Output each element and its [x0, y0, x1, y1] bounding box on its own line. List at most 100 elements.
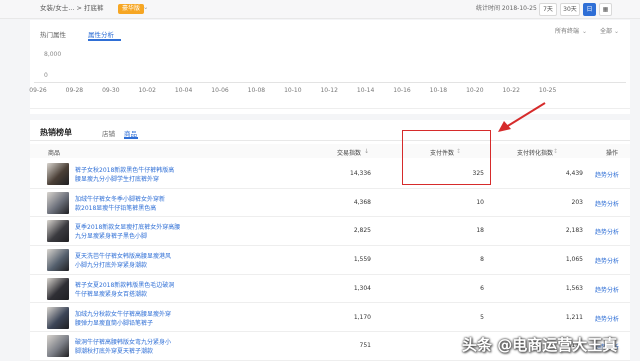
trade-index-value: 4,368	[353, 198, 371, 206]
x-axis-tick-label: 10-12	[320, 87, 338, 94]
table-row[interactable]: 夏天洗芭牛仔裤女韩版高腰显瘦港风 小脚九分打底外穿紧身潮款 1,559 8 1,065 趋…	[30, 246, 630, 275]
pay-count-value: 5	[480, 313, 484, 321]
y-axis-zero-label: 0	[44, 72, 48, 79]
x-axis-tick-label: 10-08	[247, 87, 266, 94]
x-axis-tick-label: 10-20	[466, 87, 484, 94]
breadcrumb[interactable]: 女装/女士... > 打底裤	[40, 5, 103, 12]
table-row[interactable]: 裤子女秋2018新款黑色牛仔裤韩版高 腰显瘦九分小脚学生打底裤外穿 14,336 32…	[30, 160, 630, 189]
product-thumbnail[interactable]	[47, 277, 69, 300]
x-axis-tick-label: 10-25	[538, 87, 557, 94]
trade-index-value: 1,559	[353, 256, 371, 264]
x-axis-tick-label: 10-02	[138, 87, 156, 94]
trade-index-value: 1,304	[353, 284, 371, 292]
col-conv-index[interactable]: 支付转化指数	[517, 148, 553, 157]
table-row[interactable]: 裤子女夏2018新款韩版黑色毛边破洞 牛仔裤显瘦紧身女百搭潮款 1,304 6 1,56…	[30, 275, 630, 304]
trend-analysis-link[interactable]: 趋势分析	[595, 170, 619, 179]
active-tab-underline	[88, 39, 121, 41]
product-title[interactable]: 裤子女秋2018新款黑色牛仔裤韩版高	[75, 165, 174, 174]
product-thumbnail[interactable]	[47, 306, 69, 329]
premium-badge: 豪华版	[118, 4, 145, 14]
header-divider	[30, 140, 630, 141]
x-axis-line	[34, 82, 626, 83]
chevron-down-icon[interactable]: ⌄	[143, 4, 148, 11]
trade-index-value: 2,825	[353, 227, 371, 235]
pay-count-value: 18	[476, 227, 484, 235]
product-title[interactable]: 腰弹力显瘦直筒小脚铅笔裤子	[75, 318, 153, 327]
table-header: 商品 交易指数 ↓ 支付件数 ↕ 支付转化指数 ↕ 操作	[30, 144, 630, 158]
conv-index-value: 1,065	[565, 256, 583, 264]
tab-hot-attributes[interactable]: 热门属性	[40, 29, 66, 39]
pay-count-value: 10	[476, 198, 484, 206]
trade-index-value: 14,336	[350, 170, 371, 177]
pay-count-value: 8	[480, 256, 484, 264]
terminal-filter[interactable]: 所有终端	[555, 29, 579, 35]
x-axis-tick-label: 09-28	[65, 87, 84, 94]
top-bar: 女装/女士... > 打底裤 豪华版 ⌄ 统计时间 2018-10-25 7天 …	[0, 0, 640, 19]
sort-icon[interactable]: ↓	[364, 148, 369, 155]
watermark: 头条 @电商运营大王真	[462, 336, 618, 354]
table-row[interactable]: 加绒九分秋款女牛仔裤高腰显瘦外穿 腰弹力显瘦直筒小脚铅笔裤子 1,170 5 1,211…	[30, 304, 630, 333]
x-axis-tick-label: 10-04	[174, 87, 193, 94]
product-thumbnail[interactable]	[47, 335, 69, 358]
product-title[interactable]: 款2018显瘦牛仔铅笔裤黑色高	[75, 203, 156, 212]
hot-sales-ranking-panel: 热销榜单 店铺 商品 商品 交易指数 ↓ 支付件数 ↕ 支付转化指数 ↕ 操作 …	[30, 120, 630, 361]
pay-count-value: 6	[480, 284, 484, 292]
annotation-arrow-icon	[498, 102, 546, 132]
all-filter[interactable]: 全部	[600, 29, 612, 35]
trend-analysis-link[interactable]: 趋势分析	[595, 314, 619, 323]
range-30day-button[interactable]: 30天	[560, 3, 580, 16]
product-thumbnail[interactable]	[47, 191, 69, 214]
product-thumbnail[interactable]	[47, 220, 69, 243]
stats-time: 统计时间 2018-10-25	[476, 5, 537, 12]
col-product: 商品	[48, 150, 61, 157]
trend-analysis-link[interactable]: 趋势分析	[595, 199, 619, 208]
trend-analysis-link[interactable]: 趋势分析	[595, 256, 619, 265]
product-title[interactable]: 夏天洗芭牛仔裤女韩版高腰显瘦港风	[75, 251, 171, 260]
x-axis-tick-label: 10-18	[429, 87, 448, 94]
x-axis-tick-label: 10-14	[356, 87, 375, 94]
x-axis-tick-label: 09-30	[102, 87, 120, 94]
calendar-icon[interactable]: ▦	[599, 3, 612, 16]
conv-index-value: 203	[571, 198, 583, 206]
product-title[interactable]: 加绒牛仔裤女冬季小脚裤女外穿新	[75, 194, 165, 203]
product-title[interactable]: 小脚九分打底外穿紧身潮款	[75, 260, 147, 269]
trend-analysis-link[interactable]: 趋势分析	[595, 285, 619, 294]
trade-index-value: 751	[359, 342, 371, 350]
product-title[interactable]: 腰显瘦九分小脚学生打底裤外穿	[75, 174, 159, 183]
conv-index-value: 1,211	[565, 313, 583, 321]
highlight-box	[402, 130, 491, 185]
active-tab-underline	[124, 137, 138, 139]
product-title[interactable]: 九分显瘦紧身裤子黑色小脚	[75, 231, 147, 240]
trend-analysis-link[interactable]: 趋势分析	[595, 227, 619, 236]
col-action: 操作	[606, 150, 619, 157]
tab-attribute-analysis[interactable]: 属性分析	[88, 29, 114, 39]
y-axis-max-label: 8,000	[44, 51, 62, 58]
product-title[interactable]: 脚潮秋打底外穿夏天裤子潮款	[75, 346, 153, 355]
range-7day-button[interactable]: 7天	[539, 3, 557, 16]
product-title[interactable]: 夏季2018新款女显瘦打底裤女外穿高腰	[75, 222, 180, 231]
tab-shops[interactable]: 店铺	[102, 128, 115, 138]
range-day-button[interactable]: 日	[583, 3, 596, 16]
x-axis-tick-label: 09-26	[29, 87, 47, 94]
product-title[interactable]: 加绒九分秋款女牛仔裤高腰显瘦外穿	[75, 309, 171, 318]
x-axis-tick-label: 10-22	[502, 87, 520, 94]
conv-index-value: 2,183	[565, 227, 583, 235]
ranking-title: 热销榜单	[40, 128, 72, 137]
chevron-down-icon[interactable]: ⌄	[582, 29, 587, 35]
product-thumbnail[interactable]	[47, 163, 69, 185]
sort-icon[interactable]: ↕	[553, 148, 558, 155]
x-axis-tick-label: 10-10	[284, 87, 302, 94]
col-trade-index[interactable]: 交易指数	[337, 148, 361, 157]
conv-index-value: 4,439	[565, 170, 583, 177]
table-row[interactable]: 夏季2018新款女显瘦打底裤女外穿高腰 九分显瘦紧身裤子黑色小脚 2,825 18 2,…	[30, 217, 630, 247]
x-axis-tick-label: 10-06	[211, 87, 229, 94]
product-thumbnail[interactable]	[47, 249, 69, 272]
product-title[interactable]: 破洞牛仔裤高腰韩版女弯九分紧身小	[75, 337, 171, 346]
trade-index-value: 1,170	[353, 313, 371, 321]
chevron-down-icon[interactable]: ⌄	[614, 29, 619, 35]
table-row[interactable]: 加绒牛仔裤女冬季小脚裤女外穿新 款2018显瘦牛仔铅笔裤黑色高 4,368 10 203…	[30, 189, 630, 218]
product-title[interactable]: 裤子女夏2018新款韩版黑色毛边破洞	[75, 280, 174, 289]
x-axis-tick-label: 10-16	[393, 87, 411, 94]
conv-index-value: 1,563	[565, 284, 583, 292]
product-title[interactable]: 牛仔裤显瘦紧身女百搭潮款	[75, 289, 147, 298]
